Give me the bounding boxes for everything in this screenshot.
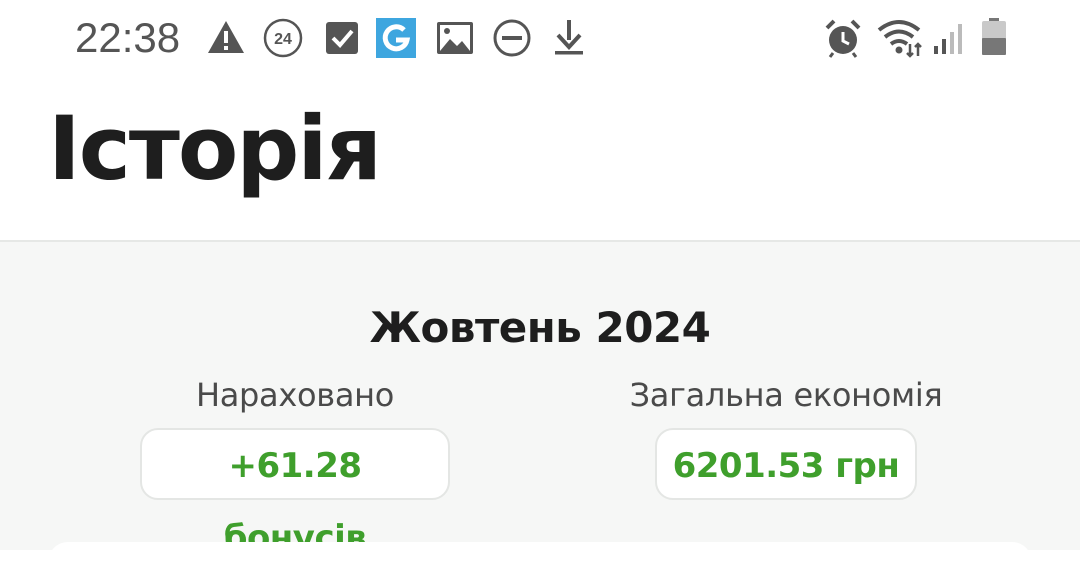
warning-icon [206,18,246,58]
do-not-disturb-icon [492,18,532,58]
app-header: Історія [0,76,1080,240]
accrued-value-badge: +61.28 бонусів [140,428,450,558]
month-title: Жовтень 2024 [369,303,711,352]
download-icon [549,18,589,58]
channel-24-icon: 24 [263,18,303,58]
channel-24-label: 24 [274,31,292,48]
accrued-stat: Нараховано +61.28 бонусів [140,374,450,558]
savings-label: Загальна економія [629,376,943,414]
page-title: Історія [48,97,382,200]
status-bar: 22:38 24 [0,0,1080,76]
status-time: 22:38 [75,14,181,61]
savings-stat: Загальна економія 6201.53 грн [600,374,972,500]
history-card[interactable] [48,542,1032,582]
battery-icon [980,18,1008,58]
alarm-icon [823,18,863,58]
wifi-icon [877,18,925,58]
savings-value-badge: 6201.53 грн [654,428,918,500]
history-summary: Жовтень 2024 Нараховано +61.28 бонусів З… [0,242,1080,582]
app-g-icon [376,18,416,58]
image-icon [435,18,475,58]
checkbox-icon [322,18,362,58]
accrued-label: Нараховано [195,376,395,414]
signal-icon [932,18,968,58]
